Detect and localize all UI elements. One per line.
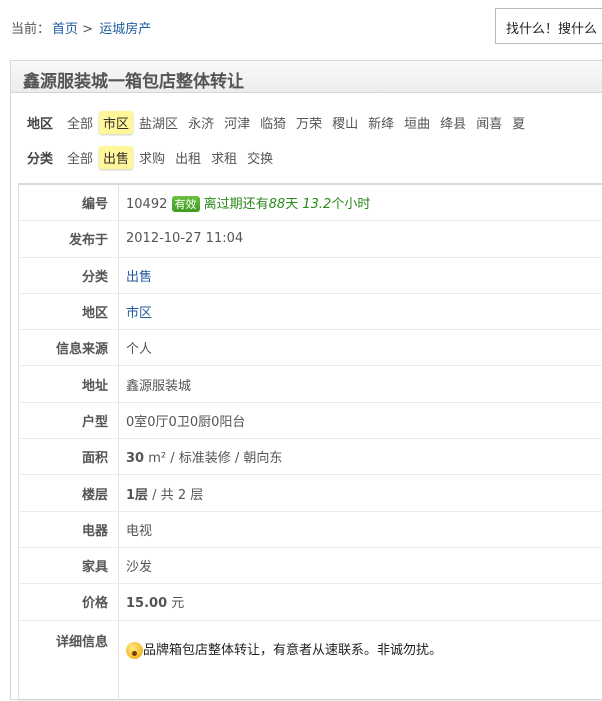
row-info: 详细信息 品牌箱包店整体转让，有意者从速联系。非诚勿扰。: [19, 620, 602, 701]
row-region: 地区 市区: [19, 293, 602, 331]
category-filter-label: 分类: [27, 152, 54, 167]
region-option[interactable]: 临猗: [256, 111, 290, 134]
region-option[interactable]: 垣曲: [400, 111, 434, 134]
emoji-surprised-icon: [126, 641, 143, 659]
region-option[interactable]: 绛县: [436, 111, 470, 134]
category-filter: 分类 全部 出售 求购 出租 求租 交换: [27, 146, 279, 169]
label: 家具: [19, 547, 119, 584]
label: 分类: [19, 257, 119, 293]
label: 电器: [19, 511, 119, 547]
region-link[interactable]: 市区: [126, 306, 152, 321]
row-price: 价格 15.00 元: [19, 584, 602, 621]
details-table: 编号 10492 有效 离过期还有88天 13.2个小时 发布于 2012-10-2…: [18, 183, 602, 701]
row-floor: 楼层 1层 / 共 2 层: [19, 475, 602, 512]
region-option[interactable]: 永济: [184, 111, 218, 134]
source-value: 个人: [126, 342, 153, 358]
category-option[interactable]: 出租: [171, 146, 205, 169]
region-filter-label: 地区: [27, 117, 54, 132]
layout-value: 0室0厅0卫0厨0阳台: [126, 414, 246, 430]
status-badge: 有效: [171, 196, 200, 213]
label: 面积: [19, 439, 119, 475]
category-link[interactable]: 出售: [126, 270, 152, 285]
category-option[interactable]: 交换: [243, 146, 277, 169]
breadcrumb-separator: >: [82, 22, 94, 37]
row-address: 地址 鑫源服装城: [19, 366, 602, 403]
row-category: 分类 出售: [19, 257, 602, 294]
label: 户型: [19, 402, 119, 439]
category-option[interactable]: 求购: [135, 146, 169, 169]
label: 发布于: [19, 221, 119, 257]
label: 价格: [19, 584, 119, 620]
breadcrumb: 当前： 首页 > 运城房产: [11, 18, 151, 37]
label: 编号: [19, 185, 119, 221]
label: 地区: [19, 293, 119, 330]
label: 楼层: [19, 475, 119, 511]
label: 地址: [19, 366, 119, 402]
row-area: 面积 30 m² / 标准装修 / 朝向东: [19, 439, 602, 476]
region-option[interactable]: 河津: [220, 111, 254, 134]
region-option[interactable]: 全部: [63, 111, 97, 134]
region-option[interactable]: 市区: [99, 111, 134, 134]
price-value: 15.00 元: [126, 596, 185, 612]
area-value: 30 m² / 标准装修 / 朝向东: [126, 451, 283, 467]
row-id: 编号 10492 有效 离过期还有88天 13.2个小时: [19, 185, 602, 222]
region-option[interactable]: 新绛: [364, 111, 398, 134]
category-option[interactable]: 求租: [207, 146, 241, 169]
region-option[interactable]: 万荣: [292, 111, 326, 134]
posted-date: 2012-10-27 11:04: [126, 231, 244, 247]
row-source: 信息来源 个人: [19, 330, 602, 367]
listing-panel: 鑫源服装城一箱包店整体转让 地区 全部 市区 盐湖区 永济 河津 临猗 万荣 稷山 新绛 垣曲 绛县闻…: [10, 60, 602, 701]
row-layout: 户型 0室0厅0卫0厨0阳台: [19, 402, 602, 440]
breadcrumb-current[interactable]: 运城房产: [99, 22, 151, 37]
row-appliance: 电器 电视: [19, 511, 602, 548]
breadcrumb-prefix: 当前：: [11, 22, 51, 37]
search-input[interactable]: 找什么！搜什么: [495, 8, 602, 44]
floor-value: 1层 / 共 2 层: [126, 487, 204, 503]
listing-id: 10492: [126, 197, 168, 213]
row-furniture: 家具 沙发: [19, 547, 602, 585]
region-option[interactable]: 盐湖区: [135, 111, 182, 134]
region-option[interactable]: 夏: [508, 111, 529, 134]
region-filter: 地区 全部 市区 盐湖区 永济 河津 临猗 万荣 稷山 新绛 垣曲 绛县 闻喜夏: [27, 111, 531, 134]
region-option[interactable]: 稷山: [328, 111, 362, 134]
address-value: 鑫源服装城: [126, 378, 192, 394]
appliance-value: 电视: [126, 523, 153, 539]
label: 详细信息: [19, 620, 119, 700]
furniture-value: 沙发: [126, 560, 153, 576]
category-option[interactable]: 全部: [63, 146, 97, 169]
category-option[interactable]: 出售: [99, 146, 134, 169]
region-option[interactable]: 闻喜: [472, 111, 506, 134]
listing-title: 鑫源服装城一箱包店整体转让: [11, 61, 602, 93]
row-posted: 发布于 2012-10-27 11:04: [19, 221, 602, 258]
breadcrumb-home[interactable]: 首页: [52, 22, 78, 37]
expiry-text: 离过期还有88天 13.2个小时: [203, 197, 371, 213]
label: 信息来源: [19, 330, 119, 366]
info-text: 品牌箱包店整体转让，有意者从速联系。非诚勿扰。: [143, 642, 443, 658]
